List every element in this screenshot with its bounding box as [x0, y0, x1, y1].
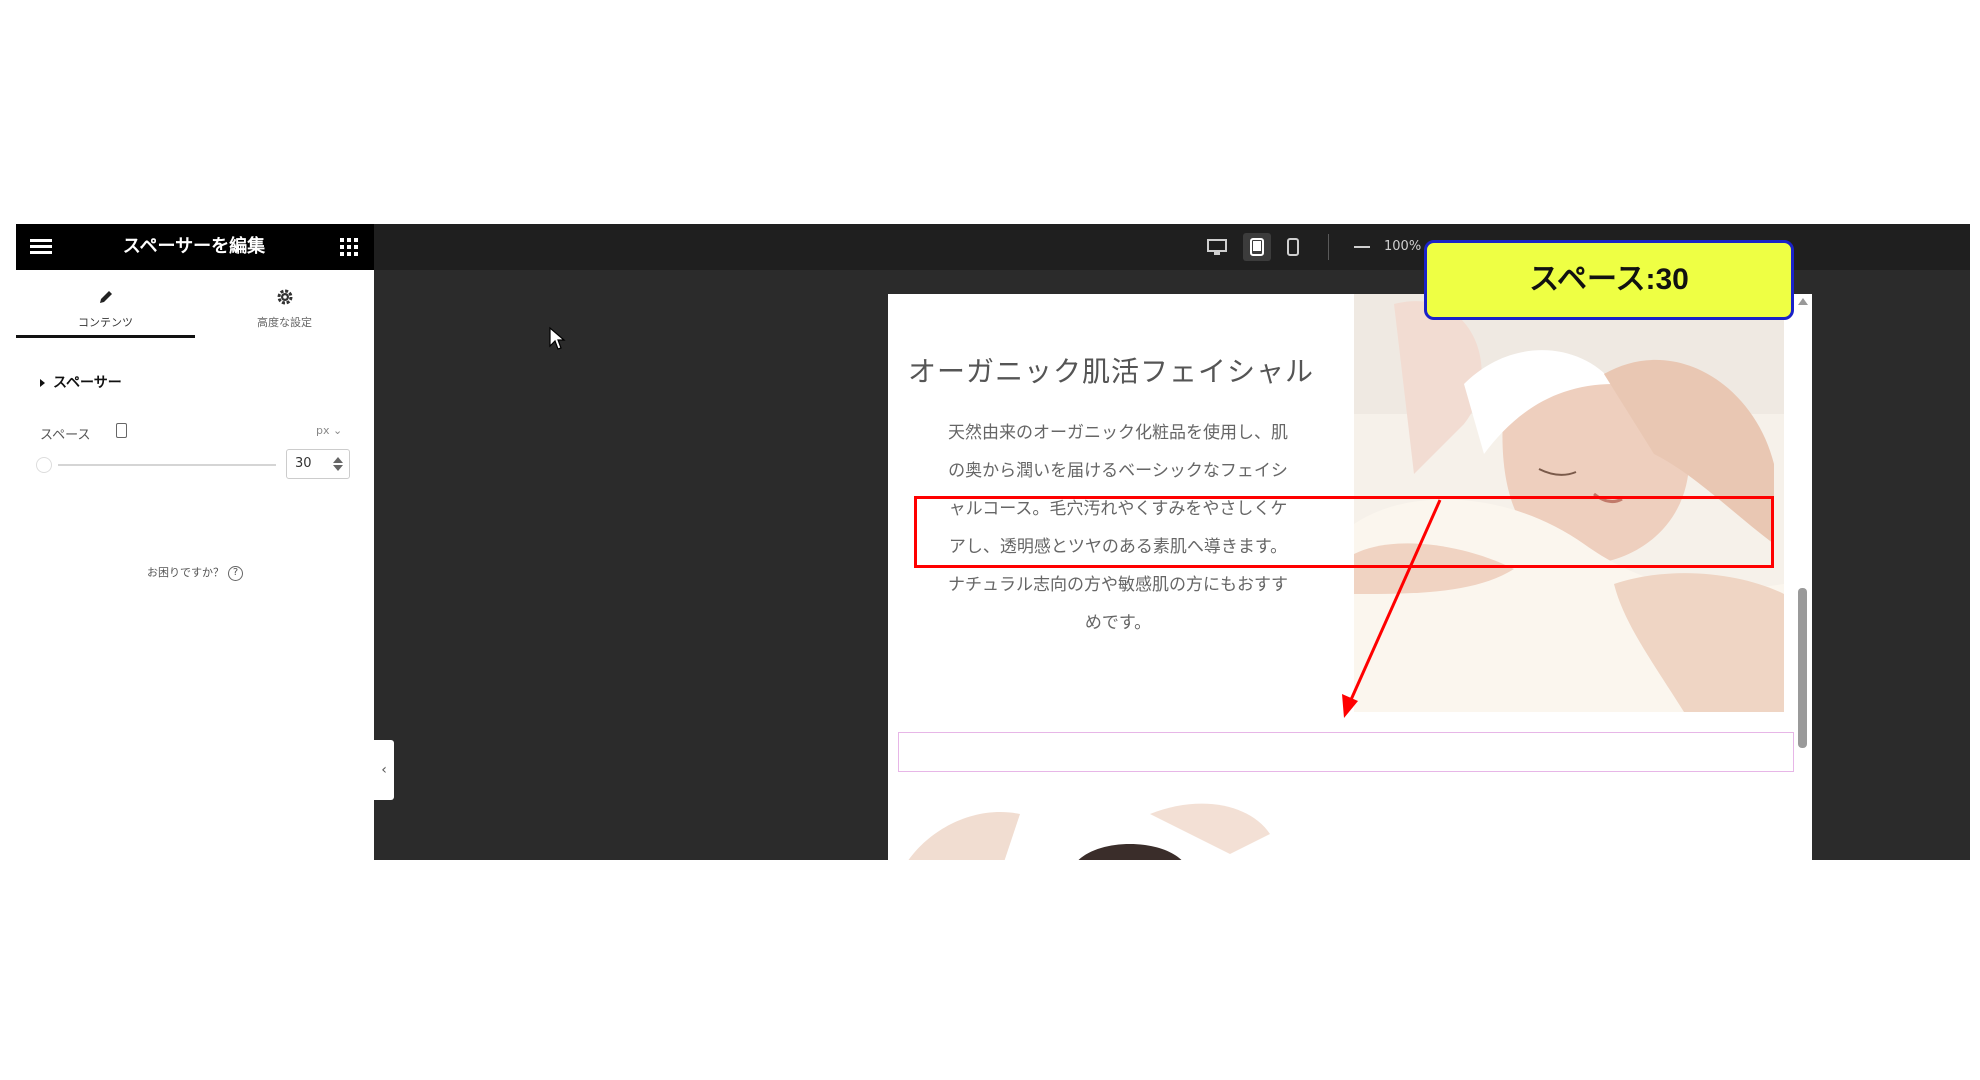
annotation-arrow: [1342, 499, 1442, 718]
mouse-cursor-icon: [549, 326, 566, 350]
space-value-callout: スペース:30: [1424, 240, 1794, 320]
